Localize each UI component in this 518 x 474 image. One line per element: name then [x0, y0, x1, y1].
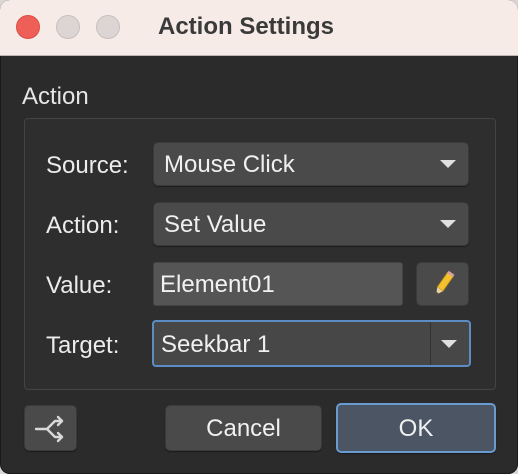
- source-label: Source:: [46, 152, 129, 179]
- action-dropdown[interactable]: Set Value: [153, 202, 469, 246]
- value-field-text: Element01: [160, 271, 275, 298]
- action-section-label: Action: [22, 83, 89, 110]
- target-combobox[interactable]: Seekbar 1: [152, 320, 471, 367]
- target-label: Target:: [46, 332, 120, 359]
- action-selected-value: Set Value: [164, 211, 267, 238]
- chevron-down-icon: [440, 160, 456, 168]
- value-label: Value:: [46, 272, 113, 299]
- close-window-button[interactable]: [16, 15, 40, 39]
- action-label: Action:: [46, 212, 120, 239]
- branch-button[interactable]: [24, 405, 77, 451]
- ok-button[interactable]: OK: [336, 403, 496, 453]
- chevron-down-icon: [440, 220, 456, 228]
- source-selected-value: Mouse Click: [164, 151, 295, 178]
- value-field[interactable]: Element01: [153, 262, 403, 306]
- combobox-divider: [430, 322, 431, 365]
- minimize-window-button[interactable]: [56, 15, 80, 39]
- title-bar: Action Settings: [0, 0, 518, 56]
- cancel-button[interactable]: Cancel: [165, 405, 322, 451]
- zoom-window-button[interactable]: [96, 15, 120, 39]
- window-title: Action Settings: [158, 13, 335, 40]
- chevron-down-icon: [441, 340, 457, 348]
- source-dropdown[interactable]: Mouse Click: [153, 142, 469, 186]
- pencil-icon: [436, 270, 455, 295]
- target-selected-value: Seekbar 1: [161, 331, 271, 358]
- action-settings-window: Action Settings Action Source: Mouse Cli…: [0, 0, 518, 474]
- branch-arrow-icon: [34, 415, 64, 443]
- edit-value-button[interactable]: [416, 262, 469, 306]
